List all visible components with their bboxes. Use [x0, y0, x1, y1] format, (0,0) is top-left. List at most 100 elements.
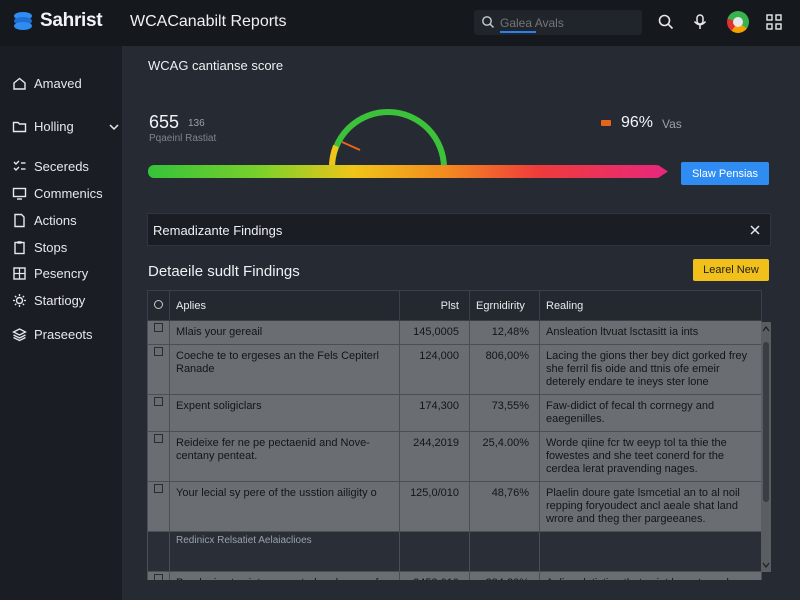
sidebar-item-secereds[interactable]: Secereds [12, 159, 120, 174]
cell-description: Plaelin doure gate lsmcetial an to al no… [539, 481, 762, 532]
findings-banner: Remadizante Findings [147, 213, 771, 246]
search-icon [482, 16, 494, 28]
learn-more-button[interactable]: Learel New [693, 259, 769, 281]
score-value: 655 [149, 112, 180, 132]
scrollbar-thumb[interactable] [763, 342, 769, 502]
sidebar-item-amaved[interactable]: Amaved [12, 76, 120, 91]
sidebar-item-label: Pesencry [34, 266, 89, 281]
chevron-down-icon[interactable] [108, 121, 120, 133]
row-checkbox[interactable] [147, 481, 170, 532]
table-row[interactable]: Expent soligiclars 174,300 73,55% Faw-di… [147, 394, 762, 432]
layers-icon [12, 328, 27, 342]
percent-label: Vas [662, 117, 682, 131]
sidebar-item-startiogy[interactable]: Startiogy [12, 293, 120, 308]
apps-grid-icon[interactable] [765, 13, 783, 31]
row-checkbox[interactable] [147, 394, 170, 432]
clipboard-icon [14, 241, 25, 255]
cell-issue: Your lecial sy pere of the usstion ailig… [169, 481, 400, 532]
checklist-icon [13, 160, 26, 171]
cell-issue: Pendenies tey integreare ted real reqeno… [169, 571, 400, 580]
cell-count: 244,2019 [399, 431, 470, 482]
table-row[interactable]: Mlais your gereail 145,0005 12,48% Ansle… [147, 320, 762, 345]
sidebar-item-label: Actions [34, 213, 77, 228]
cell-percent: 73,55% [469, 394, 540, 432]
cell-count: 125,0/010 [399, 481, 470, 532]
brand-name: Sahrist [40, 10, 103, 31]
column-header[interactable]: Plst [399, 290, 470, 321]
score-title: WCAG cantianse score [148, 58, 284, 73]
folder-icon [12, 121, 27, 133]
cell-percent: 284,20% [469, 571, 540, 580]
brand[interactable]: Sahrist [12, 10, 103, 32]
chevron-down-icon[interactable] [762, 561, 770, 569]
cell-description: Aelige detictioe that saint leogate and … [539, 571, 762, 580]
cell-count: 2453,010 [399, 571, 470, 580]
column-header[interactable]: Egrnidirity [469, 290, 540, 321]
row-checkbox[interactable] [147, 431, 170, 482]
show-details-button[interactable]: Slaw Pensias [681, 162, 769, 185]
sidebar-item-label: Praseeots [34, 327, 93, 342]
microphone-icon[interactable] [691, 13, 709, 31]
score-unit: 136 [188, 118, 205, 129]
grid-icon [13, 267, 26, 280]
sidebar-item-label: Holling [34, 119, 74, 134]
cell-count: 124,000 [399, 344, 470, 395]
progress-end-marker-icon [658, 165, 668, 178]
cell-percent: 25,4.00% [469, 431, 540, 482]
brand-logo-icon [14, 12, 32, 30]
cell-percent [469, 531, 540, 572]
sidebar-item-stops[interactable]: Stops [12, 240, 120, 255]
percent-value: 96% [621, 114, 654, 131]
cell-issue: Coeche te to ergeses an the Fels Cepiter… [169, 344, 400, 395]
cell-issue: Mlais your gereail [169, 320, 400, 345]
table-row[interactable]: Reideixe fer ne pe pectaenid and Nove-ce… [147, 431, 762, 482]
page-title: WCACanabilt Reports [130, 13, 287, 30]
percent-indicator [601, 120, 611, 126]
sidebar-item-actions[interactable]: Actions [12, 213, 120, 228]
score-gauge [329, 109, 447, 169]
search-input[interactable] [500, 13, 636, 32]
sidebar: Amaved Holling Secereds Commenics Action… [0, 46, 122, 600]
table-scrollbar[interactable] [761, 322, 771, 572]
cell-count: 145,0005 [399, 320, 470, 345]
cell-percent: 48,76% [469, 481, 540, 532]
cell-description: Faw-didict of fecal th corrnegy and eaeg… [539, 394, 762, 432]
sidebar-item-label: Stops [34, 240, 68, 255]
table-row[interactable]: Redinicx Relsatiet Aelaiaclioes [147, 531, 762, 572]
cell-issue: Expent soligiclars [169, 394, 400, 432]
detail-title: Detaeile sudlt Findings [148, 263, 300, 280]
table-row[interactable]: Your lecial sy pere of the usstion ailig… [147, 481, 762, 532]
row-checkbox[interactable] [147, 571, 170, 580]
sidebar-item-holling[interactable]: Holling [12, 119, 120, 134]
row-checkbox[interactable] [147, 344, 170, 395]
top-bar: Sahrist WCACanabilt Reports [0, 0, 800, 46]
document-icon [14, 213, 25, 228]
cell-description: Worde qiine fcr tw eeyp tol ta thie the … [539, 431, 762, 482]
close-icon[interactable] [749, 224, 761, 236]
table-row[interactable]: Coeche te to ergeses an the Fels Cepiter… [147, 344, 762, 395]
avatar[interactable] [727, 11, 749, 33]
cell-issue: Redinicx Relsatiet Aelaiaclioes [169, 531, 400, 572]
cell-percent: 806,00% [469, 344, 540, 395]
search-icon[interactable] [657, 13, 675, 31]
sidebar-item-label: Startiogy [34, 293, 86, 308]
score-subtitle: Pqaeinl Rastiat [149, 133, 217, 144]
sidebar-item-label: Secereds [34, 159, 89, 174]
cell-issue: Reideixe fer ne pe pectaenid and Nove-ce… [169, 431, 400, 482]
search-focus-indicator [500, 31, 536, 33]
row-checkbox[interactable] [147, 320, 170, 345]
sidebar-item-commenics[interactable]: Commenics [12, 186, 120, 201]
home-icon [13, 77, 26, 90]
main-panel: WCAG cantianse score 655 136 Pqaeinl Ras… [122, 46, 800, 600]
sidebar-item-praseeots[interactable]: Praseeots [12, 327, 120, 342]
table-row[interactable]: Pendenies tey integreare ted real reqeno… [147, 571, 762, 580]
column-header[interactable]: Aplies [169, 290, 400, 321]
search-box[interactable] [474, 10, 642, 35]
column-header[interactable]: Realing [539, 290, 762, 321]
monitor-icon [12, 187, 27, 200]
select-all-checkbox[interactable] [147, 290, 170, 321]
chevron-up-icon[interactable] [762, 325, 770, 333]
cell-description: Ansleation ltvuat lsctasitt ia ints [539, 320, 762, 345]
cell-description [539, 531, 762, 572]
sidebar-item-pesencry[interactable]: Pesencry [12, 266, 120, 281]
